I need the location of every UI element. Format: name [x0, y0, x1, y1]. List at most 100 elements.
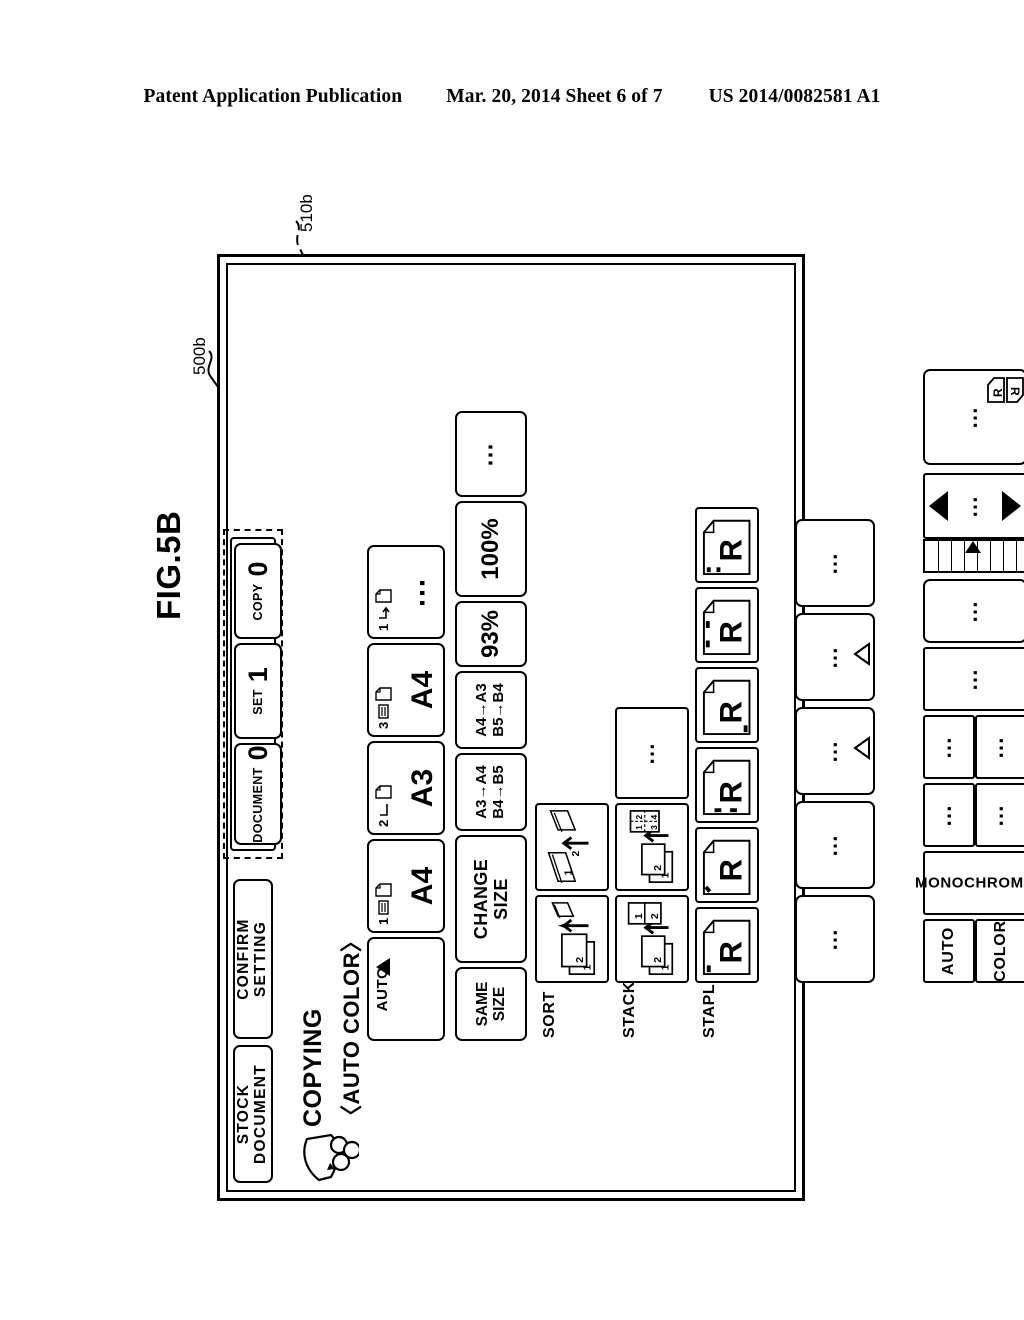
same-size-line1: SAME [473, 981, 491, 1027]
paper-tray-auto-button[interactable]: AUTO [367, 937, 445, 1041]
reduce-line2: B4→B5 [490, 765, 507, 819]
option-button-4[interactable]: ⋯ [795, 613, 875, 701]
sort-offset-button[interactable]: 1 2 [535, 895, 609, 983]
page-title: COPYING [299, 1008, 327, 1127]
option-button-5[interactable]: ⋯ [795, 519, 875, 607]
color-palette-icon [303, 1133, 359, 1182]
svg-text:R: R [991, 388, 1005, 397]
color-mode-monochrome-button[interactable]: MONOCHROME [915, 851, 1024, 915]
option-3-label: ⋯ [822, 739, 847, 763]
color-extra-button-3[interactable]: ⋯ [923, 715, 975, 779]
svg-text:R: R [1008, 387, 1022, 396]
color-mode-title: 〈AUTO COLOR〉 [339, 929, 364, 1127]
density-control-panel: ⋯ [923, 473, 1024, 539]
operation-panel-screen: STOCK DOCUMENT CONFIRM SETTING DOCUMENT … [217, 254, 1024, 1201]
paper-tray-3-button[interactable]: 3 A4 [367, 643, 445, 737]
color-mode-color-label: COLOR [992, 920, 1009, 982]
color-mode-auto-button[interactable]: AUTO [923, 919, 975, 983]
staple-option-5-button[interactable]: R [695, 587, 759, 663]
zoom-93-percent-button[interactable]: 93% [455, 601, 527, 667]
paper-sheet-icon [374, 785, 392, 799]
color-extra-button-2[interactable]: ⋯ [975, 783, 1024, 847]
reduce-line1: A3→A4 [473, 765, 491, 819]
density-value-label: ⋯ [962, 494, 987, 518]
paper-tray-2-button[interactable]: 2 A3 [367, 741, 445, 835]
bypass-tray-icon [378, 606, 390, 619]
paper-tray-auto-label: AUTO [374, 966, 391, 1012]
document-counter: DOCUMENT 0 [234, 743, 282, 845]
bypass-tray-button[interactable]: 1 ⋯ [367, 545, 445, 639]
density-up-button[interactable] [929, 491, 948, 521]
staple-option-1-button[interactable]: R [695, 907, 759, 983]
stock-document-button[interactable]: STOCK DOCUMENT [233, 1045, 273, 1183]
bypass-tray-number: 1 [375, 623, 391, 631]
paper-tray-3-size: A4 [406, 670, 439, 710]
color-mode-color-button[interactable]: COLOR [975, 919, 1024, 983]
color-mode-auto-label: AUTO [940, 926, 957, 976]
enlarge-line2: B5→B4 [490, 683, 507, 737]
sort-offset-icon: 1 2 [551, 902, 596, 976]
zoom-100-percent-button[interactable]: 100% [455, 501, 527, 597]
svg-text:R: R [714, 539, 749, 561]
staple-option-6-button[interactable]: R [695, 507, 759, 583]
svg-text:2: 2 [571, 851, 582, 857]
color-extra-button-1[interactable]: ⋯ [923, 783, 975, 847]
svg-text:R: R [714, 941, 749, 963]
copy-counter: COPY 0 [234, 543, 282, 639]
color-extra-6-label: ⋯ [962, 599, 987, 623]
duplex-placeholder-label: ⋯ [962, 405, 987, 429]
density-slider-pointer [965, 541, 981, 553]
svg-text:1: 1 [660, 872, 671, 878]
hollow-triangle-icon [853, 642, 870, 666]
option-5-label: ⋯ [822, 551, 847, 575]
enlarge-a4-to-a3-button[interactable]: A4→A3 B5→B4 [455, 671, 527, 749]
paper-tray-1-button[interactable]: 1 A4 [367, 839, 445, 933]
zoom-more-placeholder-button[interactable]: ⋯ [455, 411, 527, 497]
sort-rotate-icon: 1 2 [547, 810, 589, 884]
change-size-button[interactable]: CHANGE SIZE [455, 835, 527, 963]
color-extra-button-4[interactable]: ⋯ [975, 715, 1024, 779]
option-4-label: ⋯ [822, 645, 847, 669]
same-size-button[interactable]: SAME SIZE [455, 967, 527, 1041]
color-extra-5-label: ⋯ [962, 667, 987, 691]
copy-counter-label: COPY [251, 583, 265, 621]
density-down-button[interactable] [1002, 491, 1021, 521]
paper-tray-3-number: 3 [375, 721, 391, 729]
combine-2up-icon: 1 2 1 2 [627, 902, 674, 976]
paper-tray-1-size: A4 [406, 866, 439, 906]
combine-4in1-button[interactable]: 1 2 1 2 3 4 [615, 803, 689, 891]
stack-more-placeholder-button[interactable]: ⋯ [615, 707, 689, 799]
color-extra-button-5[interactable]: ⋯ [923, 647, 1024, 711]
color-extra-2-label: ⋯ [988, 803, 1013, 827]
svg-text:1: 1 [582, 964, 593, 970]
staple-top-left-diag-icon: R [702, 839, 751, 896]
stack-2up-button[interactable]: 1 2 1 2 [615, 895, 689, 983]
svg-text:3: 3 [649, 825, 659, 830]
confirm-setting-button[interactable]: CONFIRM SETTING [233, 879, 273, 1039]
option-2-label: ⋯ [822, 833, 847, 857]
sort-rotate-button[interactable]: 1 2 [535, 803, 609, 891]
color-extra-button-6[interactable]: ⋯ [923, 579, 1024, 643]
paper-sheet-icon [374, 883, 392, 897]
svg-text:1: 1 [634, 913, 645, 919]
color-extra-3-label: ⋯ [936, 735, 961, 759]
option-button-3[interactable]: ⋯ [795, 707, 875, 795]
option-1-label: ⋯ [822, 927, 847, 951]
svg-text:R: R [714, 621, 749, 643]
duplex-button[interactable]: ⋯ R R [923, 369, 1024, 465]
option-button-2[interactable]: ⋯ [795, 801, 875, 889]
staple-option-4-button[interactable]: R [695, 667, 759, 743]
svg-text:1: 1 [660, 964, 671, 970]
set-counter-value: 1 [242, 667, 273, 683]
set-counter-label: SET [251, 689, 265, 715]
tray-stack-icon [377, 900, 389, 915]
option-button-1[interactable]: ⋯ [795, 895, 875, 983]
svg-text:R: R [714, 781, 749, 803]
staple-option-2-button[interactable]: R [695, 827, 759, 903]
patent-header-center: Mar. 20, 2014 Sheet 6 of 7 [446, 86, 663, 107]
sort-section-label: SORT [541, 991, 558, 1038]
staple-top-double-icon: R [702, 599, 751, 656]
reduce-a3-to-a4-button[interactable]: A3→A4 B4→B5 [455, 753, 527, 831]
patent-header-right: US 2014/0082581 A1 [708, 86, 881, 107]
staple-option-3-button[interactable]: R [695, 747, 759, 823]
